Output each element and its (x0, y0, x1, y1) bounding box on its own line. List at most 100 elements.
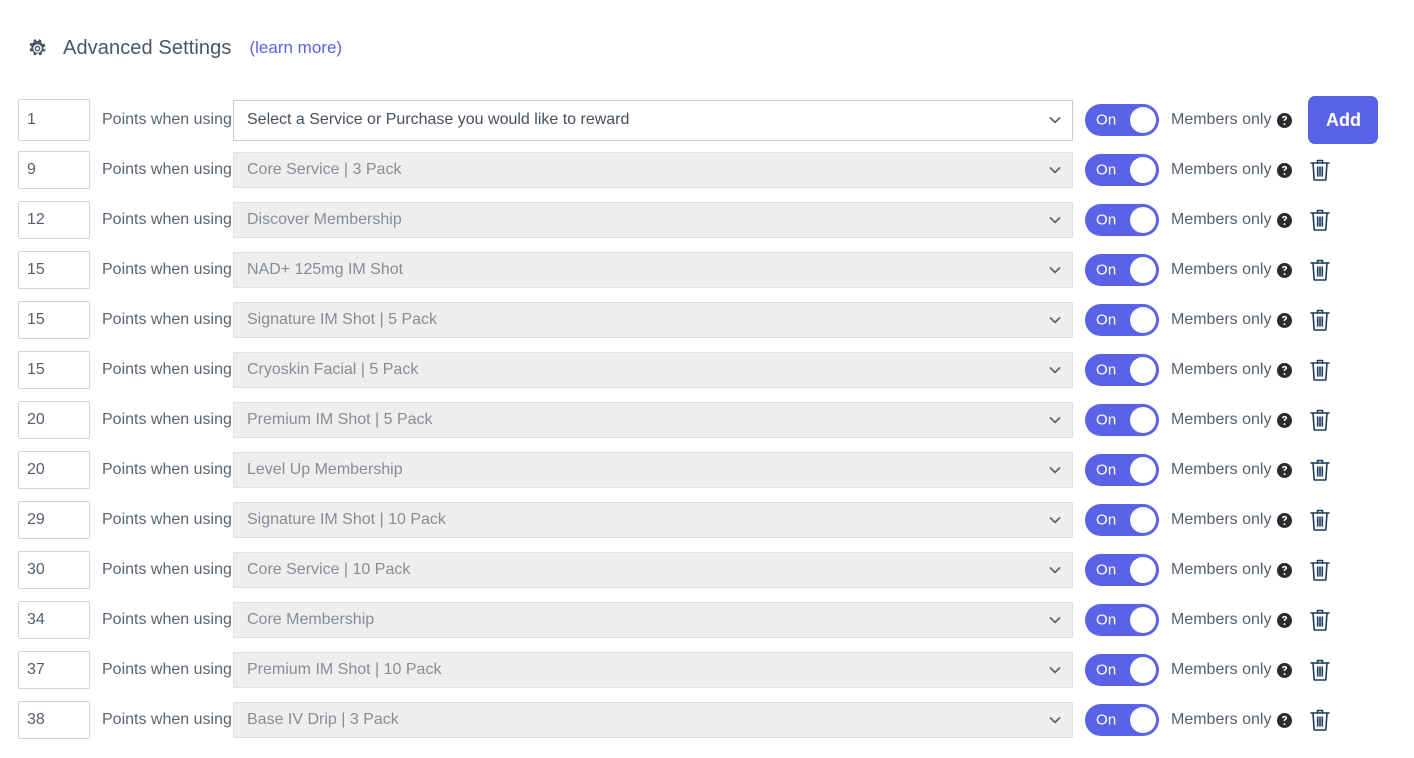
members-only-toggle[interactable]: On (1085, 604, 1159, 636)
help-circle-icon[interactable] (1277, 112, 1293, 128)
toggle-state-label: On (1096, 611, 1117, 629)
help-circle-icon[interactable] (1277, 662, 1293, 678)
members-only-toggle[interactable]: On (1085, 104, 1159, 136)
points-when-using-label: Points when using (102, 461, 232, 478)
reward-row: Points when using Cryoskin Facial | 5 Pa… (18, 345, 1414, 395)
service-select[interactable]: Core Membership (233, 602, 1073, 638)
points-input[interactable] (18, 251, 90, 289)
help-circle-icon[interactable] (1277, 262, 1293, 278)
service-select[interactable]: Select a Service or Purchase you would l… (233, 99, 1073, 141)
members-only-toggle[interactable]: On (1085, 354, 1159, 386)
delete-row-button[interactable] (1309, 507, 1331, 533)
points-input[interactable] (18, 351, 90, 389)
delete-row-button[interactable] (1309, 557, 1331, 583)
toggle-state-label: On (1096, 511, 1117, 529)
service-select[interactable]: Premium IM Shot | 10 Pack (233, 652, 1073, 688)
points-input[interactable] (18, 301, 90, 339)
members-only-toggle[interactable]: On (1085, 554, 1159, 586)
points-input[interactable] (18, 701, 90, 739)
delete-row-button[interactable] (1309, 657, 1331, 683)
service-select[interactable]: Cryoskin Facial | 5 Pack (233, 352, 1073, 388)
service-select-value: Core Membership (247, 611, 375, 628)
service-select[interactable]: NAD+ 125mg IM Shot (233, 252, 1073, 288)
reward-row: Points when using Core Membership On Mem… (18, 595, 1414, 645)
help-circle-icon[interactable] (1277, 362, 1293, 378)
chevron-down-icon (1049, 166, 1061, 174)
service-select-value: Base IV Drip | 3 Pack (247, 711, 399, 728)
help-circle-icon[interactable] (1277, 312, 1293, 328)
service-select[interactable]: Level Up Membership (233, 452, 1073, 488)
points-input[interactable] (18, 651, 90, 689)
toggle-state-label: On (1096, 361, 1117, 379)
help-circle-icon[interactable] (1277, 712, 1293, 728)
reward-row: Points when using Signature IM Shot | 5 … (18, 295, 1414, 345)
members-only-label: Members only (1171, 561, 1272, 578)
help-circle-icon[interactable] (1277, 212, 1293, 228)
chevron-down-icon (1049, 516, 1061, 524)
delete-row-button[interactable] (1309, 607, 1331, 633)
toggle-state-label: On (1096, 711, 1117, 729)
service-select-value: Level Up Membership (247, 461, 403, 478)
add-button[interactable]: Add (1308, 96, 1379, 144)
points-input[interactable] (18, 401, 90, 439)
members-only-toggle[interactable]: On (1085, 704, 1159, 736)
service-select-value: NAD+ 125mg IM Shot (247, 261, 404, 278)
members-only-toggle[interactable]: On (1085, 154, 1159, 186)
chevron-down-icon (1049, 266, 1061, 274)
delete-row-button[interactable] (1309, 707, 1331, 733)
service-select[interactable]: Discover Membership (233, 202, 1073, 238)
points-input[interactable] (18, 201, 90, 239)
delete-row-button[interactable] (1309, 307, 1331, 333)
reward-row: Points when using Signature IM Shot | 10… (18, 495, 1414, 545)
help-circle-icon[interactable] (1277, 512, 1293, 528)
points-input[interactable] (18, 451, 90, 489)
help-circle-icon[interactable] (1277, 562, 1293, 578)
points-when-using-label: Points when using (102, 311, 232, 328)
toggle-state-label: On (1096, 661, 1117, 679)
members-only-toggle[interactable]: On (1085, 504, 1159, 536)
delete-row-button[interactable] (1309, 157, 1331, 183)
delete-row-button[interactable] (1309, 357, 1331, 383)
points-when-using-label: Points when using (102, 361, 232, 378)
members-only-toggle[interactable]: On (1085, 404, 1159, 436)
delete-row-button[interactable] (1309, 257, 1331, 283)
chevron-down-icon (1049, 416, 1061, 424)
members-only-label: Members only (1171, 711, 1272, 728)
toggle-knob (1130, 107, 1156, 133)
members-only-toggle[interactable]: On (1085, 254, 1159, 286)
help-circle-icon[interactable] (1277, 612, 1293, 628)
points-when-using-label: Points when using (102, 411, 232, 428)
members-only-toggle[interactable]: On (1085, 304, 1159, 336)
service-select[interactable]: Core Service | 3 Pack (233, 152, 1073, 188)
chevron-down-icon (1049, 316, 1061, 324)
help-circle-icon[interactable] (1277, 412, 1293, 428)
reward-row: Points when using Core Service | 3 Pack … (18, 145, 1414, 195)
points-input[interactable] (18, 151, 90, 189)
service-select[interactable]: Base IV Drip | 3 Pack (233, 702, 1073, 738)
points-when-using-label: Points when using (102, 161, 232, 178)
points-input[interactable] (18, 601, 90, 639)
delete-row-button[interactable] (1309, 207, 1331, 233)
members-only-toggle[interactable]: On (1085, 654, 1159, 686)
learn-more-link[interactable]: (learn more) (249, 38, 342, 58)
delete-row-button[interactable] (1309, 407, 1331, 433)
delete-row-button[interactable] (1309, 457, 1331, 483)
service-select[interactable]: Core Service | 10 Pack (233, 552, 1073, 588)
service-select[interactable]: Signature IM Shot | 5 Pack (233, 302, 1073, 338)
points-input[interactable] (18, 551, 90, 589)
reward-row: Points when using Level Up Membership On… (18, 445, 1414, 495)
service-select[interactable]: Signature IM Shot | 10 Pack (233, 502, 1073, 538)
reward-row-new: Points when using Select a Service or Pu… (18, 95, 1414, 145)
service-select[interactable]: Premium IM Shot | 5 Pack (233, 402, 1073, 438)
points-input[interactable] (18, 501, 90, 539)
points-input[interactable] (18, 99, 90, 141)
toggle-state-label: On (1096, 261, 1117, 279)
members-only-toggle[interactable]: On (1085, 204, 1159, 236)
toggle-knob (1130, 407, 1156, 433)
points-when-using-label: Points when using (102, 661, 232, 678)
toggle-knob (1130, 707, 1156, 733)
help-circle-icon[interactable] (1277, 462, 1293, 478)
chevron-down-icon (1049, 616, 1061, 624)
members-only-toggle[interactable]: On (1085, 454, 1159, 486)
help-circle-icon[interactable] (1277, 162, 1293, 178)
